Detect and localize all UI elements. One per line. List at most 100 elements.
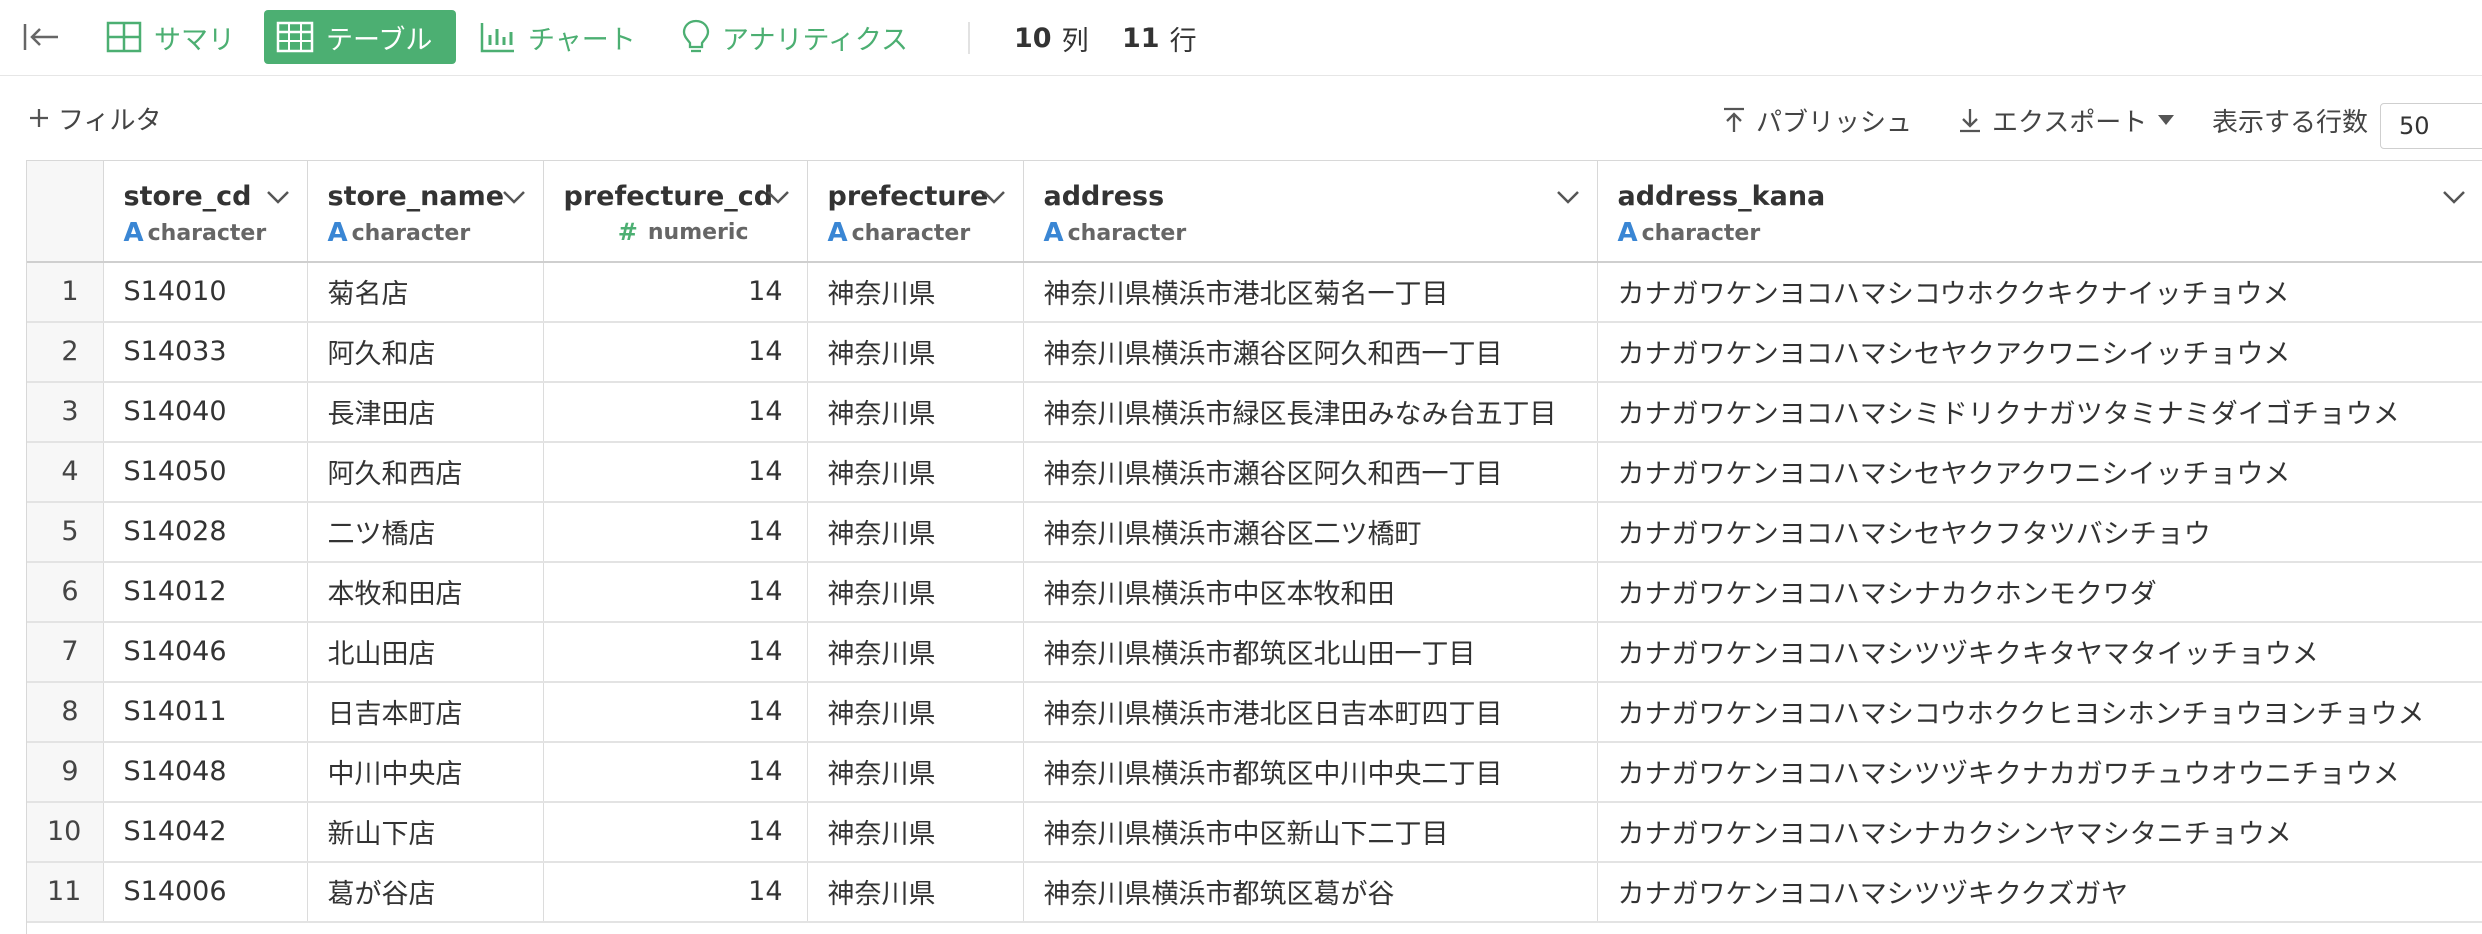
row-index: 11: [27, 861, 104, 923]
cell-store-name[interactable]: 長津田店: [307, 381, 544, 443]
cell-prefecture[interactable]: 神奈川県: [807, 261, 1024, 323]
cell-prefecture-cd[interactable]: 14: [543, 321, 808, 383]
column-header-address-kana[interactable]: address_kana A character: [1597, 160, 2482, 263]
cell-prefecture[interactable]: 神奈川県: [807, 681, 1024, 743]
cell-prefecture[interactable]: 神奈川県: [807, 801, 1024, 863]
cell-prefecture[interactable]: 神奈川県: [807, 621, 1024, 683]
cell-address-kana[interactable]: カナガワケンヨコハマシナカクホンモクワダ: [1597, 561, 2482, 623]
cell-store-cd[interactable]: S14040: [103, 381, 308, 443]
cell-store-name[interactable]: 二ツ橋店: [307, 501, 544, 563]
chevron-down-icon[interactable]: [265, 187, 291, 207]
character-type-icon: A: [123, 218, 144, 248]
cell-store-name[interactable]: 菊名店: [307, 261, 544, 323]
cell-address-kana[interactable]: カナガワケンヨコハマシセヤクアクワニシイッチョウメ: [1597, 321, 2482, 383]
cell-address-kana[interactable]: カナガワケンヨコハマシコウホククキクナイッチョウメ: [1597, 261, 2482, 323]
tab-analytics[interactable]: アナリティクス: [670, 10, 920, 64]
cell-store-name[interactable]: 日吉本町店: [307, 681, 544, 743]
cell-store-name[interactable]: 阿久和店: [307, 321, 544, 383]
cell-prefecture-cd[interactable]: 14: [543, 441, 808, 503]
column-header-prefecture[interactable]: prefecture A character: [807, 160, 1024, 263]
tab-summary[interactable]: サマリ: [94, 10, 247, 64]
cell-prefecture[interactable]: 神奈川県: [807, 321, 1024, 383]
add-filter-button[interactable]: フィルタ: [28, 98, 161, 138]
cell-address[interactable]: 神奈川県横浜市中区本牧和田: [1023, 561, 1598, 623]
cell-prefecture[interactable]: 神奈川県: [807, 381, 1024, 443]
collapse-left-button[interactable]: [22, 20, 62, 54]
cell-store-name[interactable]: 本牧和田店: [307, 561, 544, 623]
cell-address[interactable]: 神奈川県横浜市都筑区葛が谷: [1023, 861, 1598, 923]
cell-store-name[interactable]: 新山下店: [307, 801, 544, 863]
cell-prefecture[interactable]: 神奈川県: [807, 861, 1024, 923]
cell-prefecture-cd[interactable]: 14: [543, 801, 808, 863]
column-name: address: [1043, 181, 1165, 212]
rows-count-unit: 行: [1169, 25, 1197, 57]
cell-prefecture[interactable]: 神奈川県: [807, 501, 1024, 563]
cell-prefecture-cd[interactable]: 14: [543, 621, 808, 683]
cell-address[interactable]: 神奈川県横浜市港北区菊名一丁目: [1023, 261, 1598, 323]
cell-prefecture-cd[interactable]: 14: [543, 681, 808, 743]
cell-prefecture-cd[interactable]: 14: [543, 861, 808, 923]
cell-address-kana[interactable]: カナガワケンヨコハマシツヅキクキタヤマタイッチョウメ: [1597, 621, 2482, 683]
cell-prefecture-cd[interactable]: 14: [543, 561, 808, 623]
cell-address[interactable]: 神奈川県横浜市瀬谷区阿久和西一丁目: [1023, 321, 1598, 383]
tab-table-label: テーブル: [326, 24, 433, 56]
cell-address[interactable]: 神奈川県横浜市瀬谷区阿久和西一丁目: [1023, 441, 1598, 503]
cell-address-kana[interactable]: カナガワケンヨコハマシミドリクナガツタミナミダイゴチョウメ: [1597, 381, 2482, 443]
collapse-left-icon: [23, 24, 58, 50]
cell-store-name[interactable]: 葛が谷店: [307, 861, 544, 923]
export-button[interactable]: エクスポート: [1958, 98, 2175, 142]
cell-store-cd[interactable]: S14048: [103, 741, 308, 803]
cell-store-cd[interactable]: S14006: [103, 861, 308, 923]
chevron-down-icon[interactable]: [501, 187, 527, 207]
chevron-down-icon[interactable]: [981, 187, 1007, 207]
cell-prefecture-cd[interactable]: 14: [543, 501, 808, 563]
cell-prefecture-cd[interactable]: 14: [543, 261, 808, 323]
cell-address[interactable]: 神奈川県横浜市都筑区中川中央二丁目: [1023, 741, 1598, 803]
cell-address[interactable]: 神奈川県横浜市都筑区北山田一丁目: [1023, 621, 1598, 683]
column-header-prefecture-cd[interactable]: prefecture_cd # numeric: [543, 160, 808, 263]
plus-icon: [30, 109, 48, 127]
rows-display-value: 50: [2399, 112, 2430, 140]
data-table-container: store_cd A character store_name A charac…: [26, 160, 2482, 934]
column-type: A character: [124, 218, 307, 248]
cell-address[interactable]: 神奈川県横浜市瀬谷区二ツ橋町: [1023, 501, 1598, 563]
cell-prefecture[interactable]: 神奈川県: [807, 741, 1024, 803]
cell-store-name[interactable]: 中川中央店: [307, 741, 544, 803]
export-label: エクスポート: [1992, 107, 2148, 138]
column-header-address[interactable]: address A character: [1023, 160, 1598, 263]
cell-store-cd[interactable]: S14046: [103, 621, 308, 683]
chevron-down-icon[interactable]: [2441, 187, 2467, 207]
tab-table[interactable]: テーブル: [264, 10, 456, 64]
cell-prefecture[interactable]: 神奈川県: [807, 441, 1024, 503]
tab-chart[interactable]: チャート: [468, 10, 648, 64]
chevron-down-icon[interactable]: [765, 187, 791, 207]
cell-store-cd[interactable]: S14050: [103, 441, 308, 503]
cell-store-cd[interactable]: S14010: [103, 261, 308, 323]
cell-address-kana[interactable]: カナガワケンヨコハマシツヅキクナカガワチュウオウニチョウメ: [1597, 741, 2482, 803]
publish-button[interactable]: パブリッシュ: [1722, 98, 1912, 142]
cell-address[interactable]: 神奈川県横浜市緑区長津田みなみ台五丁目: [1023, 381, 1598, 443]
cell-store-cd[interactable]: S14028: [103, 501, 308, 563]
row-index: 9: [27, 741, 104, 803]
cell-address-kana[interactable]: カナガワケンヨコハマシナカクシンヤマシタニチョウメ: [1597, 801, 2482, 863]
column-header-store-name[interactable]: store_name A character: [307, 160, 544, 263]
cell-address-kana[interactable]: カナガワケンヨコハマシセヤクアクワニシイッチョウメ: [1597, 441, 2482, 503]
cell-store-name[interactable]: 北山田店: [307, 621, 544, 683]
cell-store-cd[interactable]: S14033: [103, 321, 308, 383]
cell-address[interactable]: 神奈川県横浜市中区新山下二丁目: [1023, 801, 1598, 863]
cell-address-kana[interactable]: カナガワケンヨコハマシセヤクフタツバシチョウ: [1597, 501, 2482, 563]
cell-address-kana[interactable]: カナガワケンヨコハマシツヅキククズガヤ: [1597, 861, 2482, 923]
cell-store-cd[interactable]: S14042: [103, 801, 308, 863]
cell-store-name[interactable]: 阿久和西店: [307, 441, 544, 503]
column-header-store-cd[interactable]: store_cd A character: [103, 160, 308, 263]
cell-store-cd[interactable]: S14011: [103, 681, 308, 743]
cell-address[interactable]: 神奈川県横浜市港北区日吉本町四丁目: [1023, 681, 1598, 743]
rows-display-select[interactable]: 50: [2380, 103, 2482, 149]
chevron-down-icon[interactable]: [1555, 187, 1581, 207]
cell-prefecture-cd[interactable]: 14: [543, 381, 808, 443]
column-type-label: character: [1641, 220, 1761, 246]
cell-address-kana[interactable]: カナガワケンヨコハマシコウホククヒヨシホンチョウヨンチョウメ: [1597, 681, 2482, 743]
cell-prefecture-cd[interactable]: 14: [543, 741, 808, 803]
cell-store-cd[interactable]: S14012: [103, 561, 308, 623]
cell-prefecture[interactable]: 神奈川県: [807, 561, 1024, 623]
